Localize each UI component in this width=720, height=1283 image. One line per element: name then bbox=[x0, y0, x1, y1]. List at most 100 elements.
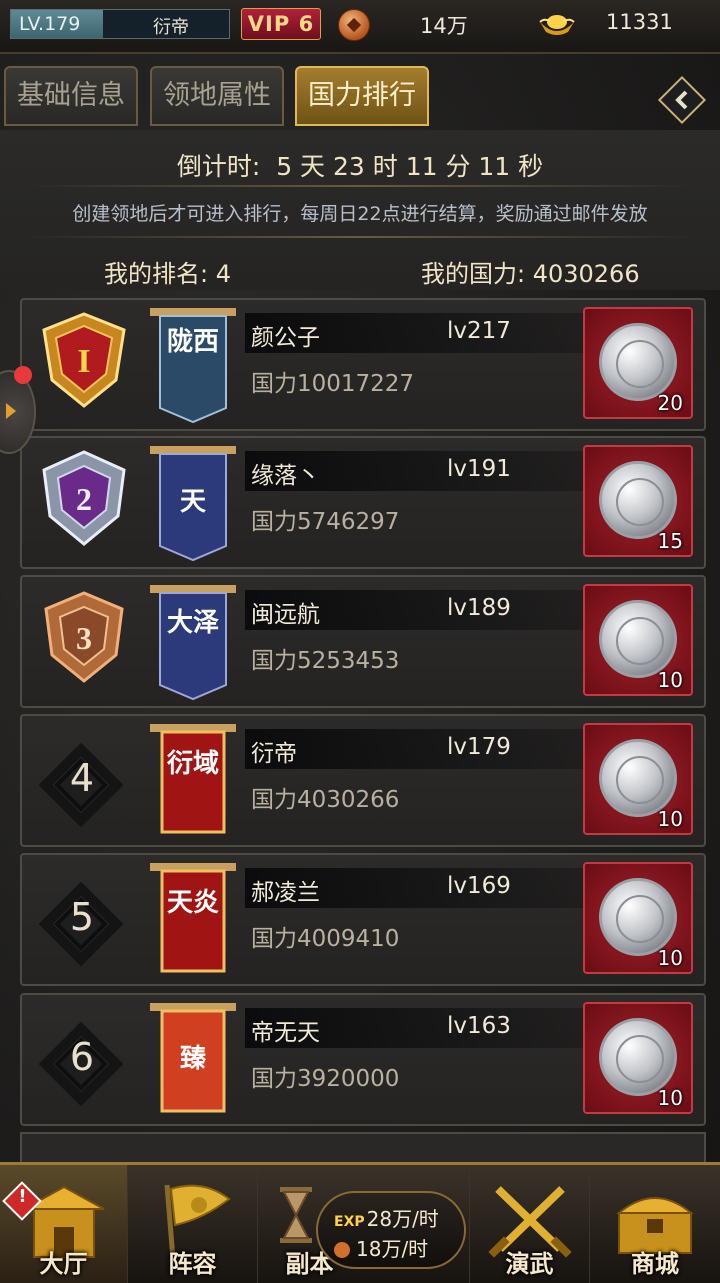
reward-box[interactable]: 10 bbox=[583, 862, 693, 974]
reward-box[interactable]: 10 bbox=[583, 723, 693, 835]
player-name: 闽远航 bbox=[251, 602, 320, 628]
banner-text: 天 bbox=[179, 487, 206, 517]
faction-banner-icon bbox=[150, 585, 236, 701]
idle-income-box[interactable]: EXP 28万/时 18万/时 bbox=[316, 1191, 466, 1269]
player-level: lv191 bbox=[447, 456, 511, 482]
tab-territory-attributes[interactable]: 领地属性 bbox=[150, 66, 284, 126]
player-level: lv217 bbox=[447, 318, 511, 344]
banner-text: 陇西 bbox=[167, 327, 220, 357]
alert-mark: ! bbox=[18, 1185, 27, 1207]
ranking-row[interactable]: 3 大泽 闽远航 lv189 国力5253453 10 bbox=[20, 575, 706, 708]
banner-text: 大泽 bbox=[167, 608, 220, 638]
notification-dot bbox=[14, 366, 32, 384]
reward-box[interactable]: 10 bbox=[583, 584, 693, 696]
gold-ingot-icon bbox=[539, 15, 575, 35]
svg-text:I: I bbox=[77, 343, 90, 380]
faction-banner-icon bbox=[150, 863, 236, 973]
reward-count: 20 bbox=[657, 391, 683, 415]
ranking-row[interactable]: 2 天 缘落丶 lv191 国力5746297 15 bbox=[20, 436, 706, 569]
player-power: 国力3920000 bbox=[251, 1066, 400, 1092]
nav-dungeon[interactable]: 副本 EXP 28万/时 18万/时 bbox=[258, 1165, 470, 1283]
reward-count: 10 bbox=[657, 1086, 683, 1110]
banner-text: 臻 bbox=[179, 1044, 206, 1074]
rank-number: 6 bbox=[69, 1035, 95, 1079]
gold-amount: 11331 bbox=[606, 10, 673, 34]
nav-label: 演武 bbox=[505, 1250, 554, 1278]
copper-rate: 18万/时 bbox=[334, 1233, 428, 1262]
my-rank: 我的排名: 4 bbox=[104, 260, 231, 288]
nav-hall[interactable]: ! 大厅 bbox=[0, 1165, 128, 1283]
nav-martial[interactable]: 演武 bbox=[470, 1165, 590, 1283]
exp-rate: EXP 28万/时 bbox=[334, 1203, 439, 1232]
reward-count: 15 bbox=[657, 529, 683, 553]
collapse-diamond-icon[interactable] bbox=[656, 74, 708, 126]
player-name: 缘落丶 bbox=[251, 463, 320, 489]
player-name: 衍帝 bbox=[153, 17, 189, 38]
svg-text:3: 3 bbox=[76, 620, 92, 656]
level-bar[interactable]: LV.179 衍帝 bbox=[10, 9, 230, 39]
player-power: 国力4030266 bbox=[251, 787, 400, 813]
reward-box[interactable]: 15 bbox=[583, 445, 693, 557]
silver-coin-icon bbox=[599, 323, 677, 401]
countdown-label: 倒计时: bbox=[176, 152, 261, 181]
ranking-row[interactable]: 4 衍域 衍帝 lv179 国力4030266 10 bbox=[20, 714, 706, 847]
ranking-row[interactable]: I 陇西 颜公子 lv217 国力10017227 20 bbox=[20, 298, 706, 431]
rank-number: 5 bbox=[69, 895, 95, 939]
faction-banner-icon bbox=[150, 308, 236, 424]
player-level: lv179 bbox=[447, 734, 511, 760]
player-power: 国力10017227 bbox=[251, 371, 415, 397]
reward-count: 10 bbox=[657, 668, 683, 692]
player-level: lv163 bbox=[447, 1013, 511, 1039]
vip-badge[interactable]: VIP 6 bbox=[241, 8, 321, 40]
divider bbox=[22, 236, 698, 238]
player-power: 国力4009410 bbox=[251, 926, 400, 952]
exp-rate-value: 28万/时 bbox=[366, 1207, 439, 1231]
player-power: 国力5746297 bbox=[251, 509, 400, 535]
bottom-nav: ! 大厅 阵容 副本 EXP 28万/时 18万/时 演武 商城 bbox=[0, 1162, 720, 1283]
top-status-bar: LV.179 衍帝 VIP 6 14万 11331 bbox=[0, 0, 720, 54]
hourglass-icon bbox=[280, 1187, 312, 1243]
countdown: 倒计时: 5 天 23 时 11 分 11 秒 bbox=[0, 147, 720, 183]
exp-tag: EXP bbox=[334, 1214, 365, 1230]
silver-coin-icon bbox=[599, 878, 677, 956]
ranking-notice: 创建领地后才可进入排行，每周日22点进行结算，奖励通过邮件发放 bbox=[72, 203, 648, 225]
reward-count: 10 bbox=[657, 946, 683, 970]
faction-banner-icon bbox=[150, 724, 236, 834]
tab-basic-info[interactable]: 基础信息 bbox=[4, 66, 138, 126]
player-name: 颜公子 bbox=[251, 325, 320, 351]
copper-coin-icon bbox=[334, 1242, 350, 1258]
player-power: 国力5253453 bbox=[251, 648, 400, 674]
level-text: LV.179 bbox=[19, 13, 81, 35]
copper-coin-icon bbox=[338, 9, 370, 41]
my-power: 我的国力: 4030266 bbox=[421, 260, 640, 288]
svg-text:2: 2 bbox=[76, 481, 92, 517]
reward-count: 10 bbox=[657, 807, 683, 831]
tab-power-ranking[interactable]: 国力排行 bbox=[295, 66, 429, 126]
silver-coin-icon bbox=[599, 1018, 677, 1096]
bronze-medal-icon: 3 bbox=[44, 591, 124, 683]
countdown-value: 5 天 23 时 11 分 11 秒 bbox=[276, 152, 544, 181]
player-name: 帝无天 bbox=[251, 1020, 320, 1046]
silver-coin-icon bbox=[599, 461, 677, 539]
name-bar bbox=[245, 729, 595, 769]
divider bbox=[22, 185, 698, 187]
rank-number: 4 bbox=[69, 756, 95, 800]
player-name: 郝凌兰 bbox=[251, 880, 320, 906]
copper-amount: 14万 bbox=[420, 14, 468, 38]
nav-shop[interactable]: 商城 bbox=[590, 1165, 720, 1283]
nav-label: 大厅 bbox=[39, 1250, 88, 1278]
player-name: 衍帝 bbox=[251, 741, 297, 767]
ranking-row[interactable]: 6 臻 帝无天 lv163 国力3920000 10 bbox=[20, 993, 706, 1126]
reward-box[interactable]: 20 bbox=[583, 307, 693, 419]
banner-text: 天炎 bbox=[167, 888, 220, 918]
banner-text: 衍域 bbox=[167, 749, 220, 779]
reward-box[interactable]: 10 bbox=[583, 1002, 693, 1114]
silver-coin-icon bbox=[599, 600, 677, 678]
gold-medal-icon: I bbox=[42, 312, 126, 408]
player-level: lv169 bbox=[447, 873, 511, 899]
silver-coin-icon bbox=[599, 739, 677, 817]
player-level: lv189 bbox=[447, 595, 511, 621]
nav-label: 商城 bbox=[631, 1250, 679, 1278]
ranking-row[interactable]: 5 天炎 郝凌兰 lv169 国力4009410 10 bbox=[20, 853, 706, 986]
copper-rate-value: 18万/时 bbox=[356, 1237, 429, 1261]
